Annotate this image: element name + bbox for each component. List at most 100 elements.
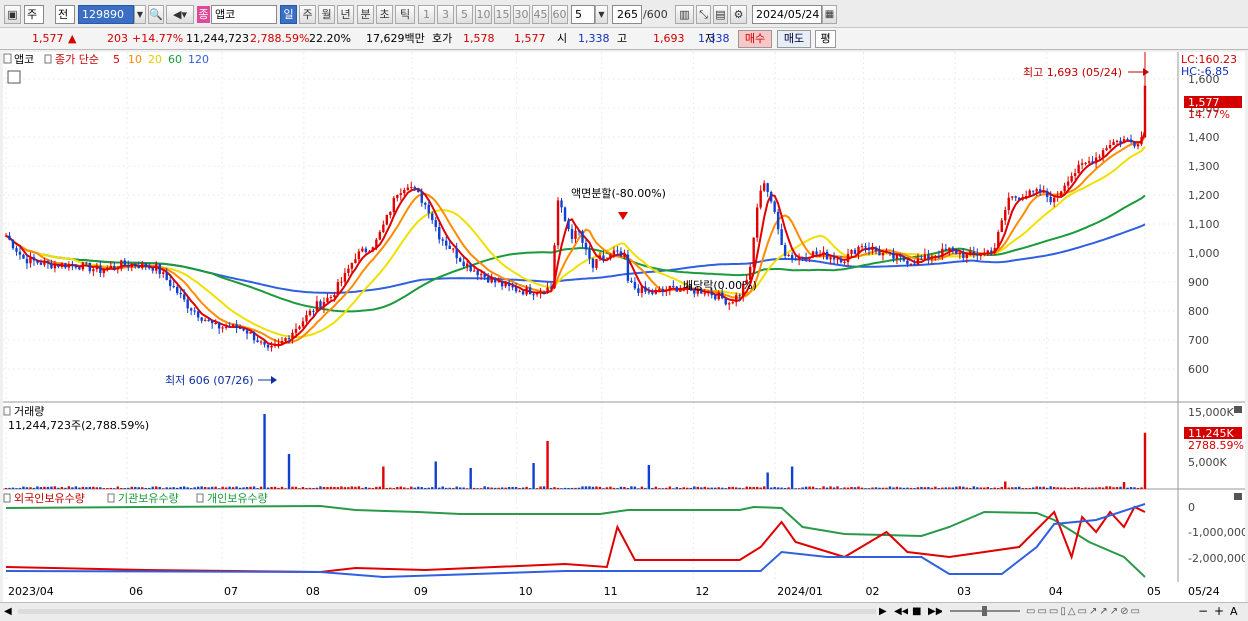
indiv-toggle-icon[interactable] [196,493,204,503]
volume-bar [857,486,860,489]
inst-toggle-icon[interactable] [107,493,115,503]
interval-60[interactable]: 60 [551,5,568,24]
candle-body [368,251,371,253]
period-second[interactable]: 초 [376,5,393,24]
candle-body [811,251,815,257]
period-month[interactable]: 월 [318,5,335,24]
grid-toggle-icon[interactable] [7,70,21,84]
buy-button[interactable]: 매수 [738,30,772,48]
candle-body [1101,150,1105,157]
sell-button[interactable]: 매도 [777,30,811,48]
candle-body [399,193,403,195]
interval-dropdown-icon[interactable]: ▼ [595,5,608,24]
volume-bar [305,488,308,489]
chart-svg[interactable]: 1,6001,5001,4001,3001,2001,1001,00090080… [3,52,1248,602]
stop-icon[interactable]: ■ [912,604,924,619]
ma-toggle-icon[interactable] [44,54,52,64]
forward-icon[interactable]: ▶▶ [928,604,942,619]
inst-holding-line [5,504,1146,578]
window-icon[interactable]: ▣ [4,5,21,24]
candle-body [343,272,347,282]
volume-bar [417,486,420,489]
zoom-in-icon[interactable]: + [1214,604,1226,619]
drawing-tools-icons[interactable]: ▭▭▭▯△▭↗↗↗⊘▭ [1026,604,1206,619]
candle-body [521,291,525,295]
interval-10[interactable]: 10 [475,5,492,24]
code-input[interactable]: 129890 [78,5,134,24]
candle-body [570,229,574,239]
play-icon[interactable]: ▶ [879,604,891,619]
candle-body [315,301,319,312]
gear-icon[interactable]: ⚙ [730,5,747,24]
interval-15[interactable]: 15 [494,5,511,24]
candle-body [500,281,504,287]
code-dropdown-icon[interactable]: ▼ [134,5,146,24]
volume-bar [259,486,263,489]
scroll-left-icon[interactable]: ◀ [4,605,16,619]
volume-bar [665,487,668,489]
rewind-icon[interactable]: ◀◀ [894,604,908,619]
avg-button[interactable]: 평 [815,30,836,48]
volume-bar [1091,487,1094,489]
interval-45[interactable]: 45 [532,5,549,24]
volume-bar [633,486,637,489]
stock-name-field[interactable]: 앱코 [211,5,277,24]
volume-bar [186,487,189,489]
chart-area[interactable]: 1,600 1,500 1,400 1,300 1,200 1,100 1,000 900 80… [3,52,1248,602]
prev-select[interactable]: 전 [55,5,75,24]
interval-3[interactable]: 3 [437,5,454,24]
horizontal-scrollbar[interactable] [18,609,876,614]
volume-bar [1115,487,1119,489]
volume-bar [507,486,511,489]
interval-30[interactable]: 30 [513,5,530,24]
volume-bar [486,487,490,489]
candle-body [948,247,951,251]
volume-bar [329,486,333,489]
interval-input[interactable]: 5 [571,5,595,24]
volume-bar [892,487,895,489]
quote-bar: 1,577 ▲ 203 +14.77% 11,244,723 2,788.59%… [0,28,1248,50]
zoom-slider-handle[interactable] [982,606,987,616]
zoom-out-icon[interactable]: − [1198,604,1210,619]
volume-bar [1143,432,1147,489]
search-icon[interactable]: 🔍 [148,5,164,24]
candle-body [846,253,850,263]
speaker-icon[interactable]: ◀▾ [166,5,194,24]
date-input[interactable]: 2024/05/24 [752,5,822,24]
volume-bar [106,488,109,489]
candle-body [899,254,902,257]
holding-panel-close-icon[interactable] [1234,493,1242,500]
font-size-icon[interactable]: A [1230,604,1244,619]
candle-type-icon[interactable]: ▥ [675,5,694,24]
volume-bar [336,487,340,489]
period-tick[interactable]: 틱 [395,5,415,24]
draw-tool-icon[interactable]: ⤡ [696,5,711,24]
volume-bar [57,487,60,489]
calendar-icon[interactable]: ▦ [822,5,837,24]
volume-bar [759,487,762,489]
x-axis-label: 2023/04 [8,585,54,598]
panel-toggle-icon[interactable] [3,53,12,64]
volume-toggle-icon[interactable] [3,406,11,416]
candle-body [67,264,71,268]
candle-body [207,320,210,322]
volume-bar [651,487,654,489]
interval-1[interactable]: 1 [418,5,435,24]
candle-body [231,324,235,328]
save-icon[interactable]: ▤ [713,5,728,24]
volume-bar [364,486,368,489]
volume-bar [511,487,514,489]
period-minute[interactable]: 분 [357,5,374,24]
period-week[interactable]: 주 [299,5,316,24]
candle-body [389,211,392,215]
volume-bar [762,486,766,489]
interval-5[interactable]: 5 [456,5,473,24]
price-y-tick: 1,100 [1188,218,1220,231]
volume-bar [532,463,535,489]
period-day[interactable]: 일 [280,5,297,24]
foreign-toggle-icon[interactable] [3,493,11,503]
period-year[interactable]: 년 [337,5,354,24]
count-input[interactable]: 265 [612,5,642,24]
volume-panel-close-icon[interactable] [1234,406,1242,413]
market-select[interactable]: 주 [24,5,44,24]
